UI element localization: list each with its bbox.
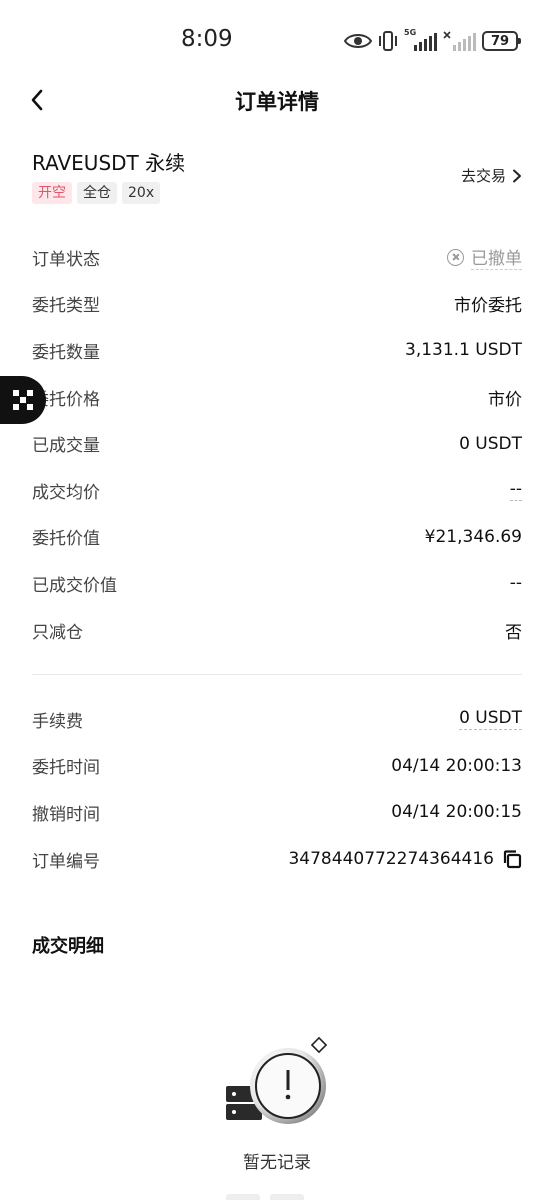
signal-5g-icon: 5G bbox=[404, 29, 437, 51]
page-title: 订单详情 bbox=[235, 90, 319, 114]
tag-open-short: 开空 bbox=[32, 182, 72, 204]
fee-info-list: 手续费 0 USDT 委托时间 04/14 20:00:13 撤销时间 04/1… bbox=[32, 696, 522, 882]
row-value: 04/14 20:00:15 bbox=[391, 802, 522, 823]
row-label: 已成交价值 bbox=[32, 575, 117, 596]
row-value: 市价 bbox=[488, 389, 522, 410]
logo-x-icon bbox=[13, 390, 33, 410]
row-value: 否 bbox=[505, 622, 522, 643]
empty-records-icon bbox=[226, 1036, 328, 1124]
status-icons: 5G 79 bbox=[344, 28, 521, 54]
row-label: 成交均价 bbox=[32, 482, 100, 503]
row-order-id: 订单编号 3478440772274364416 bbox=[32, 836, 522, 883]
eye-icon bbox=[344, 34, 372, 48]
row-order-quantity: 委托数量 3,131.1 USDT bbox=[32, 327, 522, 374]
header: 订单详情 bbox=[0, 76, 554, 124]
cancel-circle-icon bbox=[447, 248, 464, 266]
go-trade-label: 去交易 bbox=[460, 167, 506, 185]
row-label: 委托时间 bbox=[32, 758, 100, 779]
row-value: 3,131.1 USDT bbox=[405, 340, 522, 361]
row-order-price: 委托价格 市价 bbox=[32, 374, 522, 421]
status-value: 已撤单 bbox=[447, 244, 522, 271]
row-cancel-time: 撤销时间 04/14 20:00:15 bbox=[32, 789, 522, 836]
empty-text: 暂无记录 bbox=[243, 1153, 311, 1173]
row-label: 委托数量 bbox=[32, 342, 100, 363]
row-filled-value: 已成交价值 -- bbox=[32, 560, 522, 607]
bottom-bar-hint bbox=[226, 1194, 304, 1200]
go-trade-link[interactable]: 去交易 bbox=[461, 165, 522, 186]
row-label: 订单状态 bbox=[32, 249, 100, 270]
chevron-right-icon bbox=[513, 169, 521, 182]
row-order-time: 委托时间 04/14 20:00:13 bbox=[32, 743, 522, 790]
row-filled-quantity: 已成交量 0 USDT bbox=[32, 420, 522, 467]
row-reduce-only: 只减仓 否 bbox=[32, 607, 522, 654]
row-value: ¥21,346.69 bbox=[424, 526, 522, 547]
row-fee: 手续费 0 USDT bbox=[32, 696, 522, 743]
tag-margin-mode: 全仓 bbox=[77, 182, 117, 204]
floating-app-button[interactable] bbox=[0, 376, 46, 424]
row-label: 撤销时间 bbox=[32, 804, 100, 825]
signal-weak-icon bbox=[443, 31, 476, 51]
order-id-value: 3478440772274364416 bbox=[288, 849, 522, 869]
row-value: 0 USDT bbox=[459, 433, 522, 454]
status-bar: 8:09 5G 79 bbox=[0, 0, 554, 80]
instrument-summary: RAVEUSDT 永续 开空 全仓 20x 去交易 bbox=[32, 147, 522, 207]
row-order-status: 订单状态 已撤单 bbox=[32, 234, 522, 281]
tag-leverage: 20x bbox=[122, 182, 161, 204]
row-avg-price: 成交均价 -- bbox=[32, 467, 522, 514]
order-info-list: 订单状态 已撤单 委托类型 市价委托 委托数量 3,131.1 USDT 委托价… bbox=[32, 234, 522, 653]
copy-icon[interactable] bbox=[502, 849, 522, 869]
row-label: 订单编号 bbox=[32, 851, 100, 872]
row-value: -- bbox=[509, 479, 522, 502]
row-label: 委托类型 bbox=[32, 296, 100, 317]
row-label: 手续费 bbox=[32, 711, 83, 732]
row-label: 委托价值 bbox=[32, 529, 100, 550]
row-label: 已成交量 bbox=[32, 436, 100, 457]
row-value: 04/14 20:00:13 bbox=[391, 755, 522, 776]
trade-details-title: 成交明细 bbox=[32, 936, 104, 957]
row-label: 只减仓 bbox=[32, 622, 83, 643]
row-value: 市价委托 bbox=[454, 296, 522, 317]
section-divider bbox=[32, 674, 522, 675]
instrument-tags: 开空 全仓 20x bbox=[32, 182, 522, 204]
row-order-value: 委托价值 ¥21,346.69 bbox=[32, 514, 522, 561]
vibrate-icon bbox=[379, 31, 397, 51]
battery-icon: 79 bbox=[482, 31, 521, 51]
empty-state: 暂无记录 bbox=[0, 1036, 554, 1176]
status-time: 8:09 bbox=[181, 26, 233, 52]
row-order-type: 委托类型 市价委托 bbox=[32, 281, 522, 328]
fee-value[interactable]: 0 USDT bbox=[459, 708, 522, 731]
instrument-symbol: RAVEUSDT 永续 bbox=[32, 151, 186, 175]
row-value: -- bbox=[509, 573, 522, 594]
